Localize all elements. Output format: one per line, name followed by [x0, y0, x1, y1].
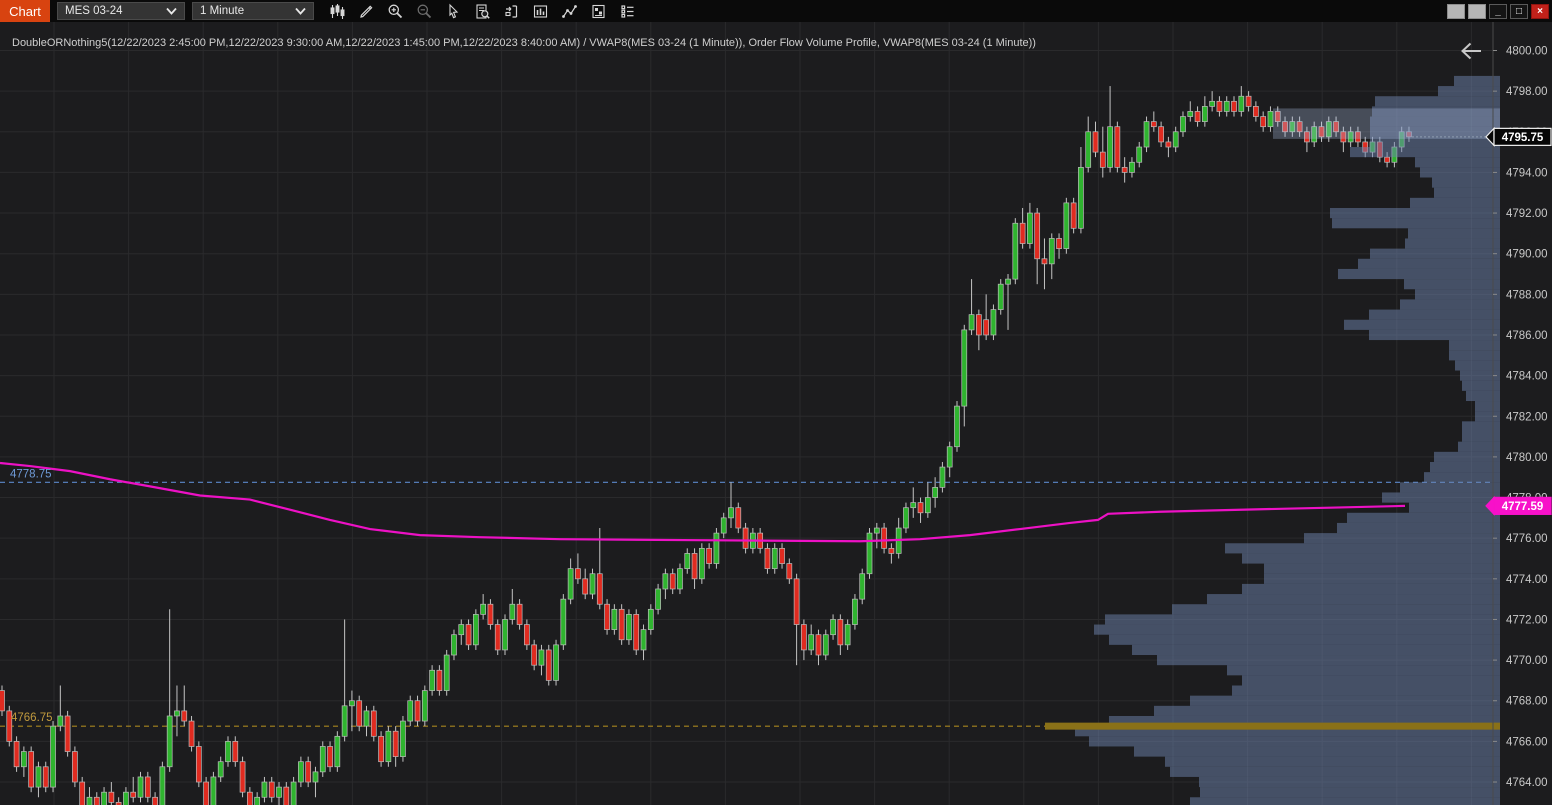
interval-dropdown[interactable]: 1 Minute	[192, 2, 314, 20]
price-axis-tick: 4774.00	[1506, 574, 1548, 586]
drawing-objects-icon[interactable]	[560, 2, 579, 21]
price-axis-tick: 4772.00	[1506, 614, 1548, 626]
price-axis-tick: 4780.00	[1506, 452, 1548, 464]
toolbar: Chart MES 03-24 1 Minute _ □ ×	[0, 0, 1552, 22]
price-axis-tick: 4794.00	[1506, 167, 1548, 179]
price-axis-tick: 4798.00	[1506, 86, 1548, 98]
chevron-down-icon	[295, 7, 306, 15]
ninjatrader-chart-window: Chart MES 03-24 1 Minute _ □ × 4800.00 4…	[0, 0, 1552, 805]
properties-icon[interactable]	[618, 2, 637, 21]
chart-trader-icon[interactable]	[502, 2, 521, 21]
minimize-button[interactable]: _	[1489, 3, 1507, 19]
chart-header-indicators: DoubleORNothing5(12/22/2023 2:45:00 PM,1…	[12, 37, 1036, 49]
toolbar-icons	[328, 2, 637, 21]
price-axis-tick: 4790.00	[1506, 249, 1548, 261]
interval-link-button[interactable]	[1468, 3, 1486, 19]
price-axis-tick: 4788.00	[1506, 289, 1548, 301]
blue-line-price-label: 4778.75	[10, 468, 52, 480]
price-tag: 4795.75	[1502, 132, 1544, 144]
instrument-link-button[interactable]	[1447, 3, 1465, 19]
price-axis-tick: 4792.00	[1506, 208, 1548, 220]
cursor-icon[interactable]	[444, 2, 463, 21]
price-tag: 4777.59	[1502, 501, 1544, 513]
draw-tools-icon[interactable]	[357, 2, 376, 21]
restore-button[interactable]: □	[1510, 3, 1528, 19]
close-button[interactable]: ×	[1531, 3, 1549, 19]
window-controls: _ □ ×	[1447, 3, 1549, 19]
price-axis-tick: 4770.00	[1506, 655, 1548, 667]
indicators-icon[interactable]	[531, 2, 550, 21]
price-axis-tick: 4784.00	[1506, 371, 1548, 383]
price-axis-tick: 4800.00	[1506, 46, 1548, 58]
price-axis-tick: 4782.00	[1506, 411, 1548, 423]
price-axis-tick: 4786.00	[1506, 330, 1548, 342]
price-axis-tick: 4764.00	[1506, 777, 1548, 789]
instrument-dropdown[interactable]: MES 03-24	[57, 2, 185, 20]
instrument-dropdown-value: MES 03-24	[65, 5, 123, 17]
price-axis-tick: 4768.00	[1506, 696, 1548, 708]
candlestick-chart-icon[interactable]	[328, 2, 347, 21]
chart-tab[interactable]: Chart	[0, 0, 50, 22]
chevron-down-icon	[166, 7, 177, 15]
price-axis-tick: 4776.00	[1506, 533, 1548, 545]
price-axis-tick: 4766.00	[1506, 736, 1548, 748]
zoom-in-icon[interactable]	[386, 2, 405, 21]
strategies-icon[interactable]	[589, 2, 608, 21]
zoom-out-icon[interactable]	[415, 2, 434, 21]
chart-canvas[interactable]: 4800.004798.004796.004794.004792.004790.…	[0, 22, 1552, 805]
interval-dropdown-value: 1 Minute	[200, 5, 245, 17]
gold-line-price-label: 4766.75	[11, 712, 53, 724]
data-series-icon[interactable]	[473, 2, 492, 21]
